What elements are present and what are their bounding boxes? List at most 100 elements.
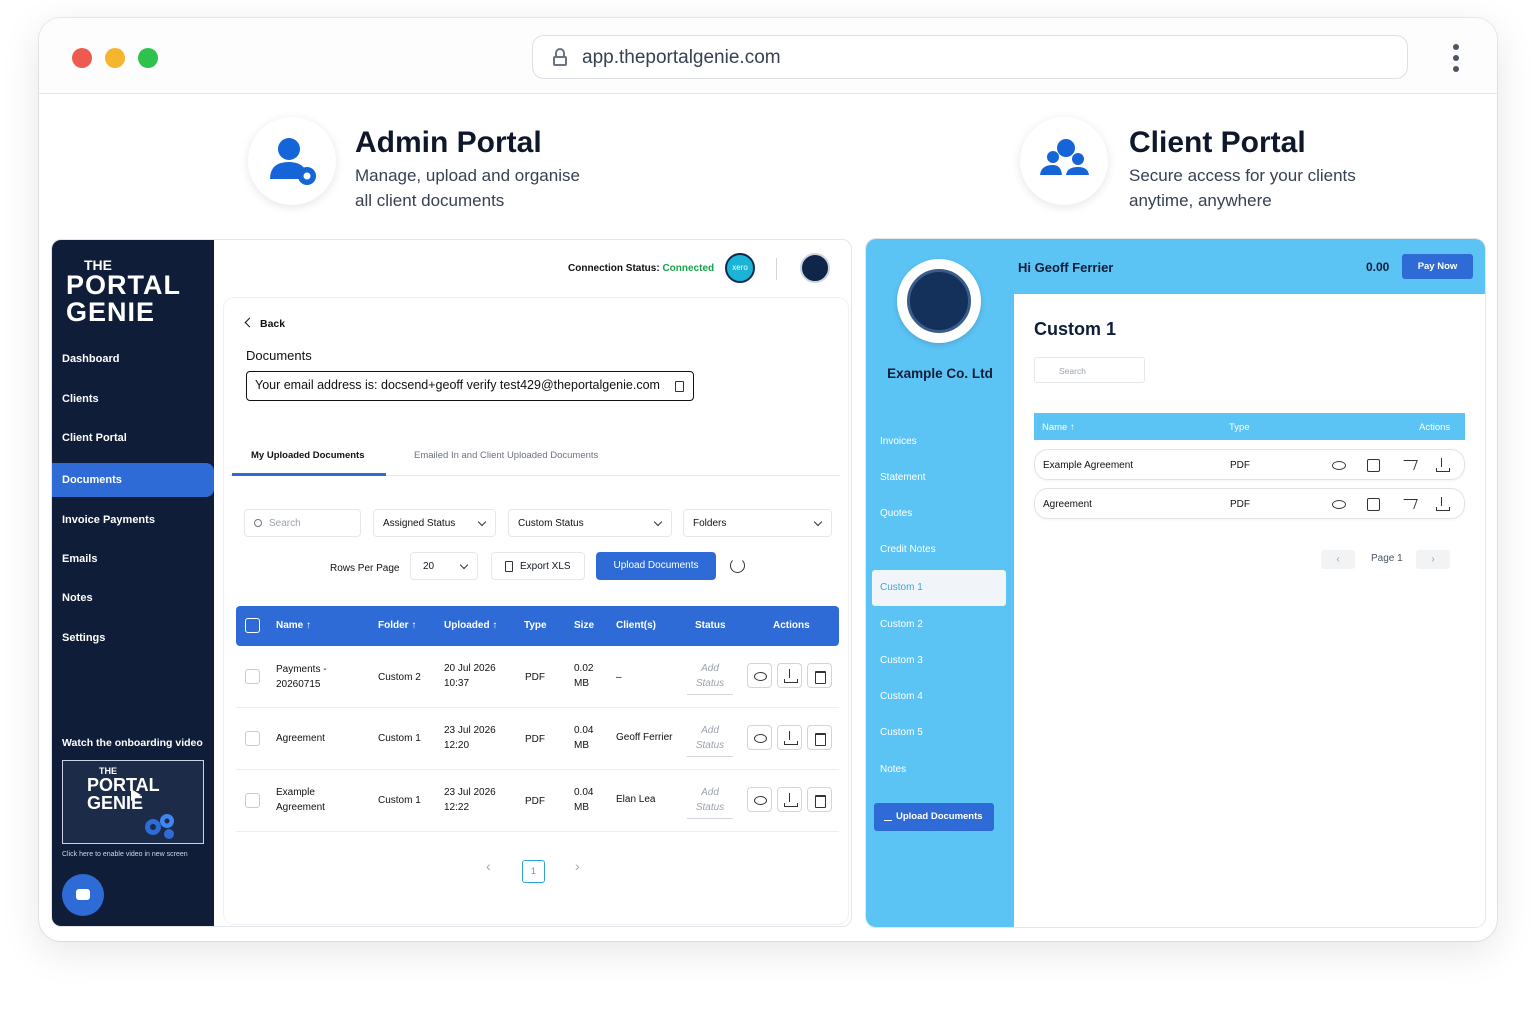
view-icon[interactable] (747, 663, 772, 688)
client-nav-statement[interactable]: Statement (872, 460, 1006, 496)
add-status-button[interactable]: Add Status (687, 661, 733, 695)
xero-icon[interactable]: xero (725, 253, 755, 283)
custom-status-select[interactable]: Custom Status (508, 509, 672, 537)
delete-icon[interactable] (807, 663, 832, 688)
client-col-actions: Actions (1419, 422, 1451, 433)
upload-icon (884, 812, 892, 821)
table-row: Example Agreement Custom 1 23 Jul 2026 12:… (236, 770, 839, 832)
folders-select[interactable]: Folders (683, 509, 832, 537)
chat-support-button[interactable] (62, 874, 104, 916)
tab-my-uploaded-documents[interactable]: My Uploaded Documents (251, 450, 365, 461)
sidebar-item-documents[interactable]: Documents (52, 463, 214, 497)
doc-client: Geoff Ferrier (616, 732, 673, 743)
doc-type: PDF (525, 796, 545, 807)
client-nav-quotes[interactable]: Quotes (872, 496, 1006, 532)
select-all-checkbox[interactable] (245, 618, 260, 633)
client-nav-custom-1[interactable]: Custom 1 (872, 570, 1006, 606)
pay-now-button[interactable]: Pay Now (1402, 254, 1473, 279)
sidebar-item-client-portal[interactable]: Client Portal (52, 421, 214, 455)
client-nav-notes[interactable]: Notes (872, 752, 1006, 788)
maximize-window-button[interactable] (138, 48, 158, 68)
doc-uploaded: 23 Jul 2026 12:20 (444, 725, 496, 751)
download-icon[interactable] (777, 663, 802, 688)
chevron-down-icon (653, 517, 663, 527)
view-icon[interactable] (747, 725, 772, 750)
col-uploaded[interactable]: Uploaded ↑ (444, 620, 497, 631)
doc-size: 0.04 MB (574, 725, 594, 751)
admin-subtitle-line-1: Manage, upload and organise (355, 166, 580, 185)
doc-name[interactable]: Example Agreement (276, 785, 325, 815)
client-nav-custom-3[interactable]: Custom 3 (872, 643, 1006, 679)
client-nav-custom-5[interactable]: Custom 5 (872, 715, 1006, 751)
view-icon[interactable] (1332, 458, 1346, 472)
client-search-input[interactable]: Search (1034, 357, 1145, 383)
client-upload-documents-button[interactable]: Upload Documents (874, 803, 994, 831)
row-checkbox[interactable] (245, 793, 260, 808)
upload-documents-button[interactable]: Upload Documents (596, 552, 716, 580)
table-row: Agreement Custom 1 23 Jul 2026 12:20 PDF … (236, 708, 839, 770)
share-icon[interactable] (1402, 458, 1416, 472)
download-icon[interactable] (1435, 497, 1450, 511)
download-icon[interactable] (777, 787, 802, 812)
view-icon[interactable] (1332, 497, 1346, 511)
doc-name[interactable]: Payments -20260715 (276, 662, 327, 692)
row-checkbox[interactable] (245, 669, 260, 684)
export-xls-button[interactable]: Export XLS (491, 552, 585, 580)
user-avatar[interactable] (800, 253, 830, 283)
refresh-icon[interactable] (730, 558, 745, 573)
more-options-icon[interactable] (1452, 44, 1460, 72)
view-icon[interactable] (747, 787, 772, 812)
address-bar[interactable]: app.theportalgenie.com (532, 35, 1408, 79)
client-main: Custom 1 Search Name ↑ Type Actions Exam… (1014, 294, 1485, 927)
add-status-button[interactable]: Add Status (687, 723, 733, 757)
delete-icon[interactable] (807, 787, 832, 812)
delete-icon[interactable] (807, 725, 832, 750)
client-nav-custom-4[interactable]: Custom 4 (872, 679, 1006, 715)
sidebar-item-clients[interactable]: Clients (52, 382, 214, 416)
tab-emailed-client-uploaded[interactable]: Emailed In and Client Uploaded Documents (414, 450, 598, 461)
share-icon[interactable] (1402, 497, 1416, 511)
edit-icon[interactable] (1367, 458, 1381, 472)
minimize-window-button[interactable] (105, 48, 125, 68)
copy-icon[interactable] (675, 381, 684, 392)
pagination-prev[interactable]: ‹ (486, 858, 491, 874)
back-button[interactable]: Back (244, 317, 285, 330)
client-doc-name[interactable]: Agreement (1043, 499, 1092, 510)
client-portal-title: Client Portal (1129, 126, 1306, 159)
edit-icon[interactable] (1367, 497, 1381, 511)
close-window-button[interactable] (72, 48, 92, 68)
connection-status: Connection Status: Connected (568, 263, 715, 274)
client-pagination-next[interactable]: › (1416, 550, 1450, 569)
col-folder[interactable]: Folder ↑ (378, 620, 416, 631)
admin-topbar: Connection Status: Connected xero (214, 240, 851, 298)
pagination-next[interactable]: › (575, 858, 580, 874)
client-table-row: Agreement PDF (1034, 488, 1465, 519)
assigned-status-select[interactable]: Assigned Status (373, 509, 496, 537)
download-icon[interactable] (777, 725, 802, 750)
doc-name[interactable]: Agreement (276, 731, 325, 746)
client-pagination-label: Page 1 (1371, 553, 1403, 564)
row-checkbox[interactable] (245, 731, 260, 746)
client-nav-custom-2[interactable]: Custom 2 (872, 607, 1006, 643)
sidebar-item-invoice-payments[interactable]: Invoice Payments (52, 503, 214, 537)
search-input[interactable]: Search (244, 509, 361, 537)
onboarding-video-thumbnail[interactable]: THE PORTAL GENIE (62, 760, 204, 844)
admin-portal-subtitle: Manage, upload and organise all client d… (355, 163, 580, 213)
client-doc-name[interactable]: Example Agreement (1043, 460, 1133, 471)
download-icon[interactable] (1435, 458, 1450, 472)
sidebar-item-emails[interactable]: Emails (52, 542, 214, 576)
chat-icon (76, 889, 90, 900)
sidebar-item-notes[interactable]: Notes (52, 581, 214, 615)
col-name[interactable]: Name ↑ (276, 620, 311, 631)
browser-toolbar: app.theportalgenie.com (39, 18, 1497, 94)
client-pagination-prev[interactable]: ‹ (1321, 550, 1355, 569)
rows-per-page-select[interactable]: 20 (410, 552, 478, 580)
client-nav-invoices[interactable]: Invoices (872, 424, 1006, 460)
pagination-current-page[interactable]: 1 (522, 860, 545, 883)
client-col-name[interactable]: Name ↑ (1042, 422, 1075, 433)
client-sidebar: Example Co. Ltd Invoices Statement Quote… (866, 239, 1014, 927)
sidebar-item-settings[interactable]: Settings (52, 621, 214, 655)
sidebar-item-dashboard[interactable]: Dashboard (52, 342, 214, 376)
add-status-button[interactable]: Add Status (687, 785, 733, 819)
client-nav-credit-notes[interactable]: Credit Notes (872, 532, 1006, 568)
